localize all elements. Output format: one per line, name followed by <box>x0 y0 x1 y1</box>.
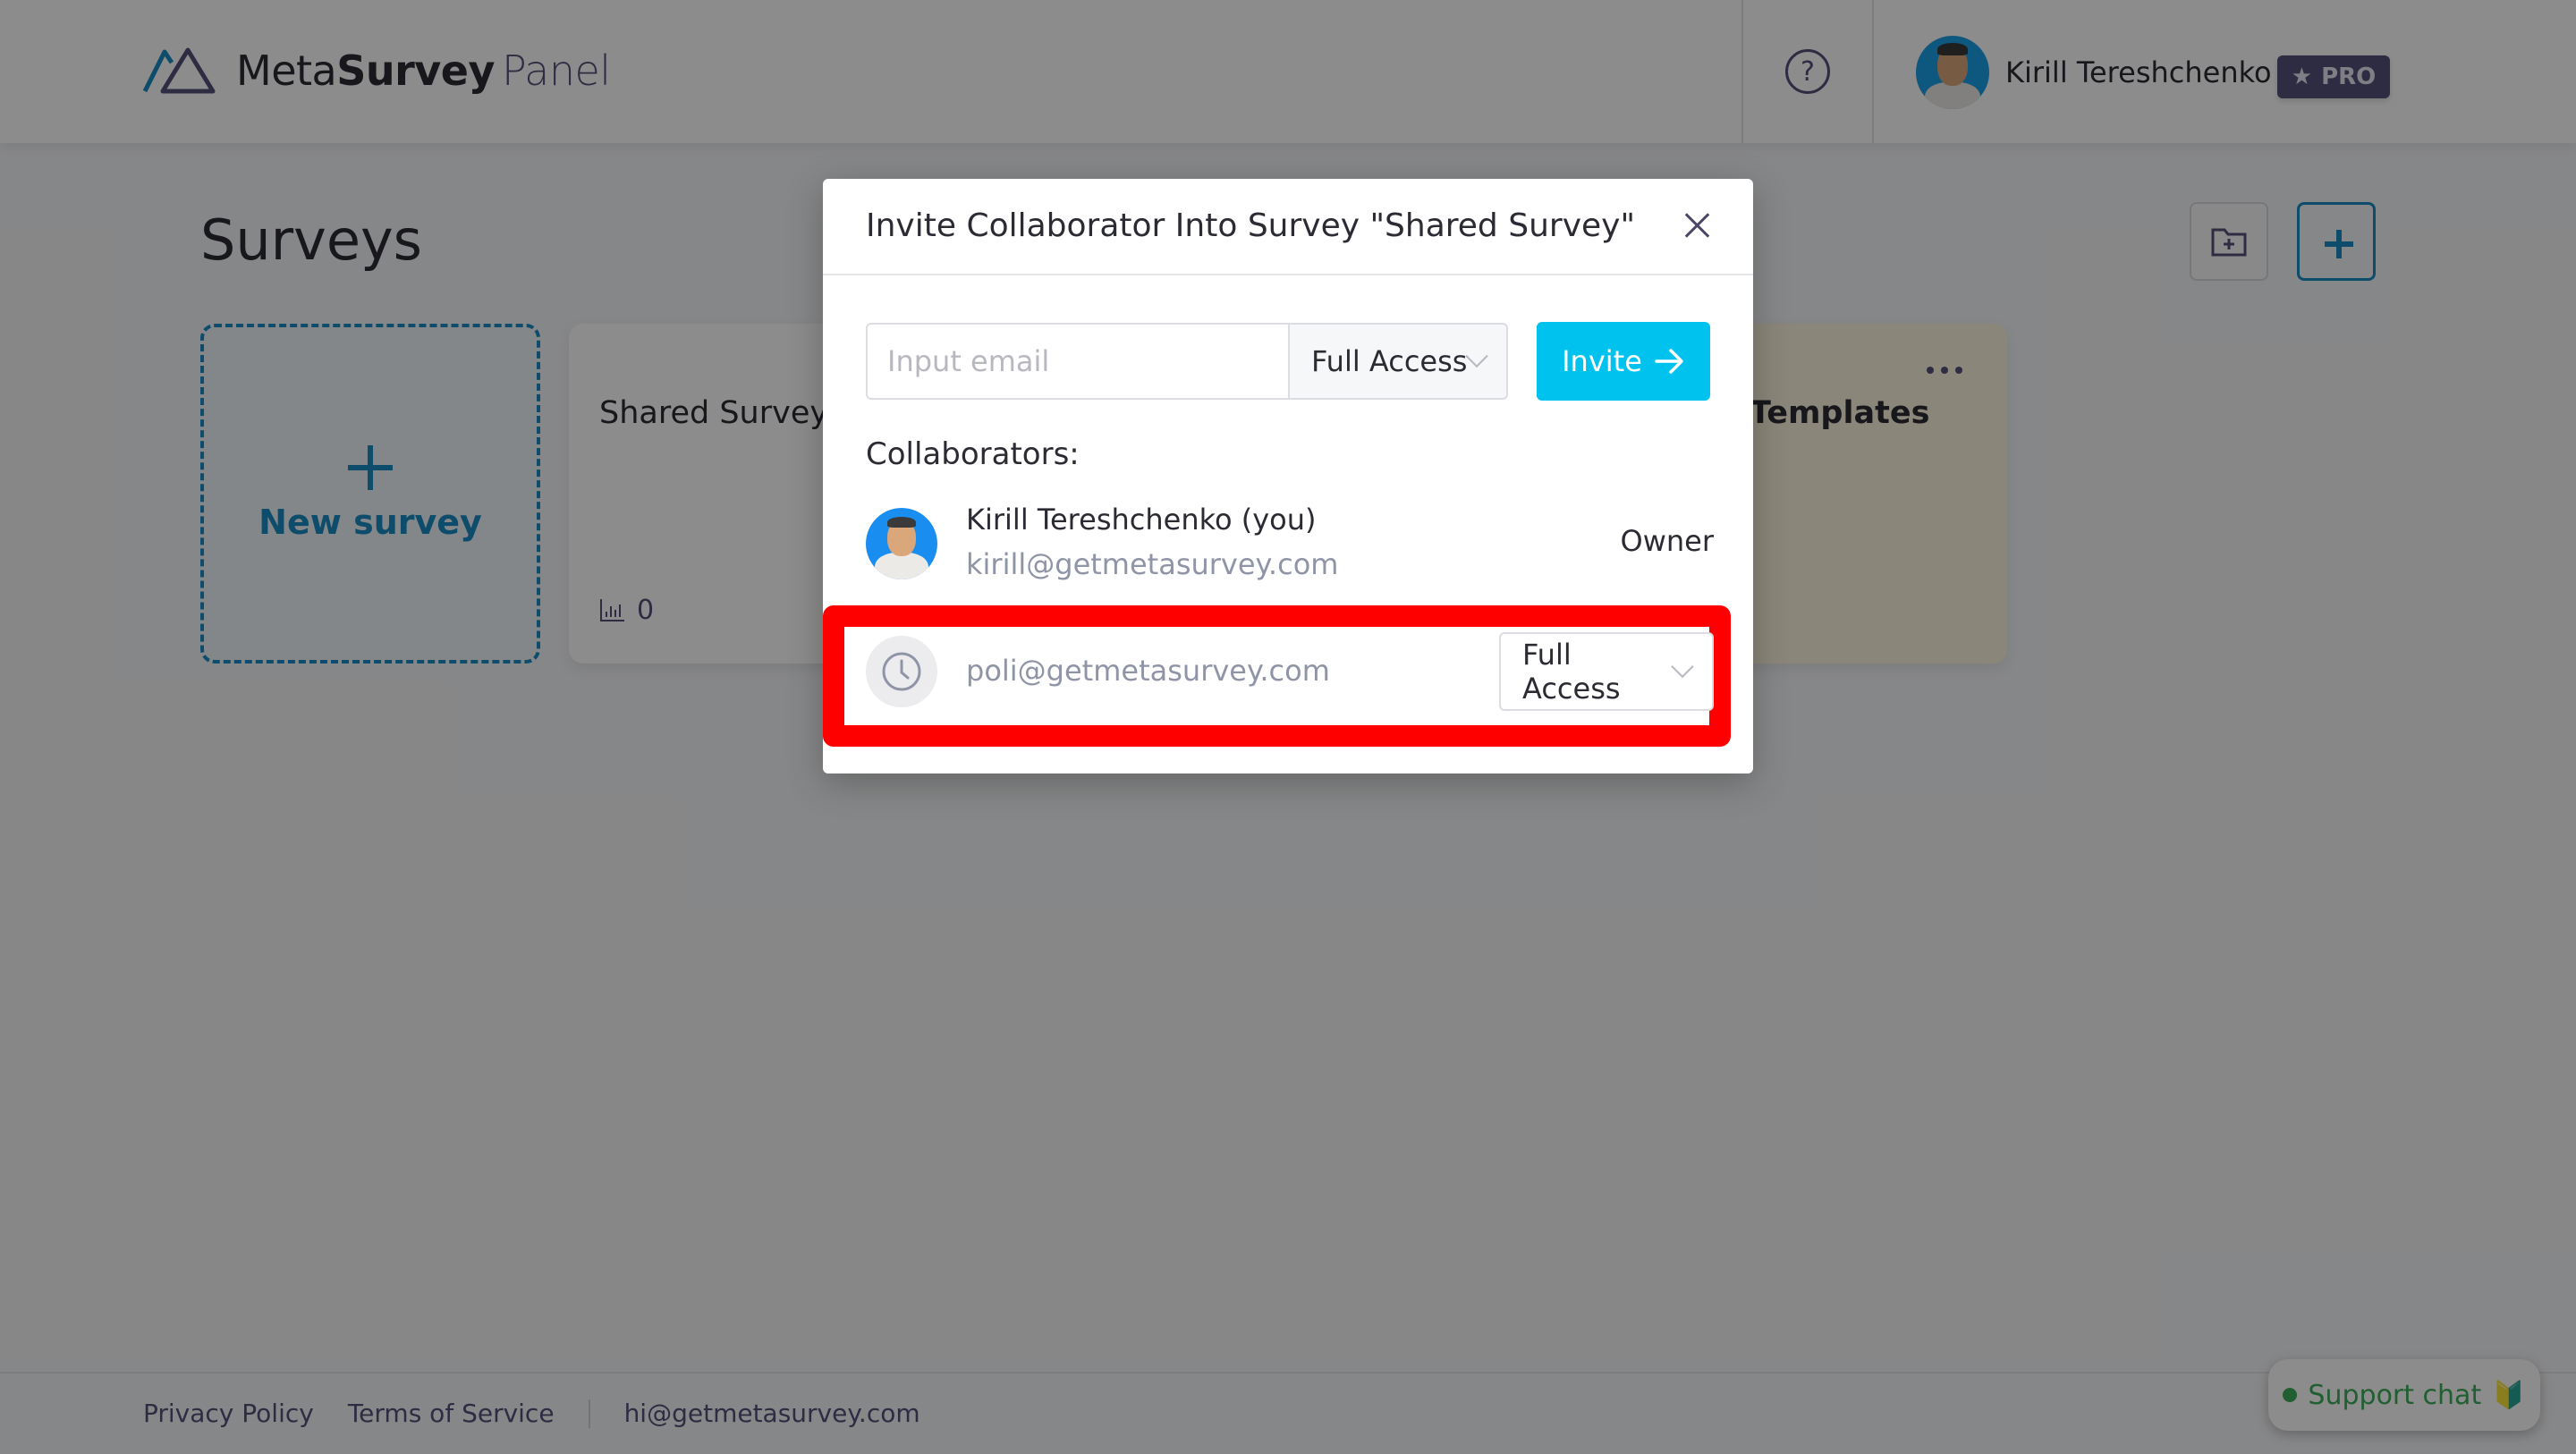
pending-access-select[interactable]: Full Access <box>1499 632 1714 711</box>
collaborator-email: kirill@getmetasurvey.com <box>966 547 1339 581</box>
modal-header: Invite Collaborator Into Survey "Shared … <box>823 179 1753 275</box>
clock-icon <box>882 652 921 691</box>
invite-collaborator-modal: Invite Collaborator Into Survey "Shared … <box>823 179 1753 773</box>
pending-invite-row: poli@getmetasurvey.com Full Access <box>866 632 1714 711</box>
pending-invite-email: poli@getmetasurvey.com <box>966 654 1330 688</box>
pending-avatar <box>866 636 937 707</box>
chevron-down-icon <box>1465 344 1488 368</box>
modal-title: Invite Collaborator Into Survey "Shared … <box>866 207 1636 244</box>
collaborator-row: Kirill Tereshchenko (you) kirill@getmeta… <box>866 503 1714 583</box>
invite-button[interactable]: Invite <box>1537 322 1710 401</box>
access-level-select[interactable]: Full Access <box>1288 325 1506 398</box>
collaborator-name: Kirill Tereshchenko (you) <box>966 503 1317 537</box>
invite-button-label: Invite <box>1562 344 1642 378</box>
access-level-value: Full Access <box>1311 344 1468 378</box>
collaborator-role: Owner <box>1620 524 1714 558</box>
pending-access-value: Full Access <box>1522 638 1621 706</box>
avatar <box>866 508 937 579</box>
close-icon[interactable] <box>1676 204 1719 247</box>
arrow-right-icon <box>1655 349 1683 374</box>
email-input[interactable] <box>868 325 1288 398</box>
invite-form: Full Access Invite <box>866 322 1710 401</box>
email-input-group: Full Access <box>866 323 1508 400</box>
collaborators-label: Collaborators: <box>866 436 1080 472</box>
